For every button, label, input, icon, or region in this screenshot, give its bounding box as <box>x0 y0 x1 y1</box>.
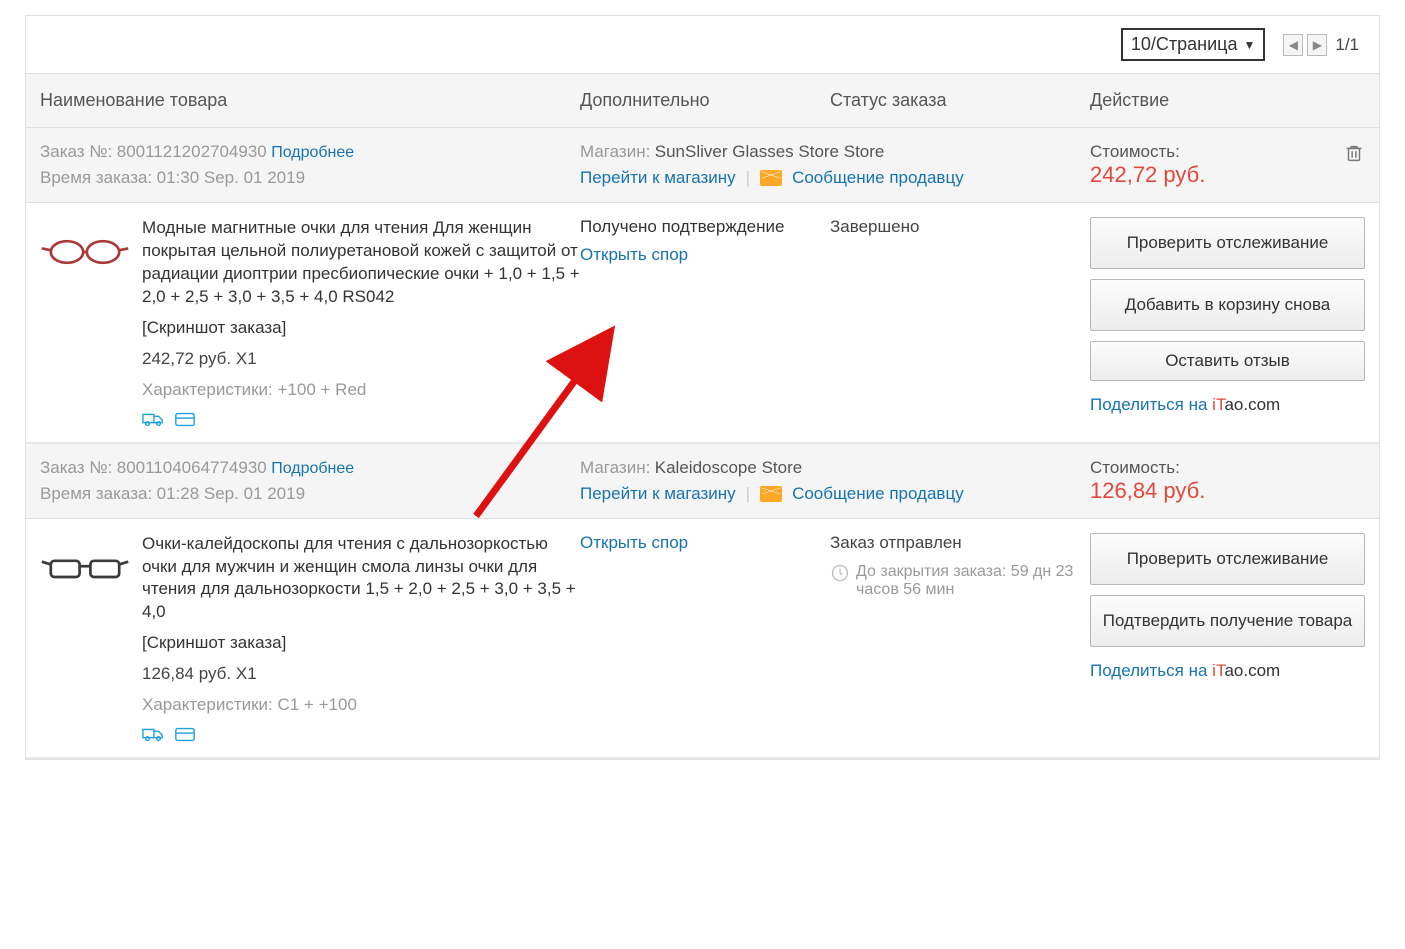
countdown-text: До закрытия заказа: 59 дн 23 часов 56 ми… <box>856 563 1090 599</box>
table-header: Наименование товара Дополнительно Статус… <box>26 73 1379 128</box>
truck-icon <box>142 410 164 428</box>
order-more-link[interactable]: Подробнее <box>271 460 354 477</box>
caret-down-icon: ▼ <box>1243 38 1255 52</box>
product-title[interactable]: Очки-калейдоскопы для чтения с дальнозор… <box>142 533 580 625</box>
truck-icon <box>142 725 164 743</box>
per-page-label: 10/Страница <box>1131 34 1238 55</box>
message-seller-link[interactable]: Сообщение продавцу <box>792 168 964 188</box>
screenshot-link[interactable]: [Скриншот заказа] <box>142 317 580 340</box>
card-icon <box>174 410 196 428</box>
order-time-label: Время заказа: <box>40 484 152 503</box>
go-to-store-link[interactable]: Перейти к магазину <box>580 484 736 504</box>
shipping-icons <box>142 725 580 743</box>
pager-prev-button[interactable]: ◀ <box>1283 34 1303 56</box>
store-name: SunSliver Glasses Store Store <box>655 142 885 161</box>
separator: | <box>746 168 750 188</box>
order-block: Заказ №: 8001104064774930 Подробнее Врем… <box>26 444 1379 760</box>
props-label: Характеристики: <box>142 695 273 714</box>
price-qty: 242,72 руб. X1 <box>142 348 580 371</box>
clock-icon <box>830 563 850 588</box>
pager-info: 1/1 <box>1335 35 1359 55</box>
go-to-store-link[interactable]: Перейти к магазину <box>580 168 736 188</box>
message-seller-link[interactable]: Сообщение продавцу <box>792 484 964 504</box>
trash-icon[interactable] <box>1343 142 1365 169</box>
confirm-receipt-button[interactable]: Подтвердить получение товара <box>1090 595 1365 647</box>
col-extra: Дополнительно <box>580 90 830 111</box>
store-name: Kaleidoscope Store <box>655 458 802 477</box>
order-more-link[interactable]: Подробнее <box>271 144 354 161</box>
track-button[interactable]: Проверить отслеживание <box>1090 217 1365 269</box>
screenshot-link[interactable]: [Скриншот заказа] <box>142 632 580 655</box>
mail-icon <box>760 486 782 502</box>
review-button[interactable]: Оставить отзыв <box>1090 341 1365 381</box>
store-label: Магазин: <box>580 458 650 477</box>
product-thumbnail[interactable] <box>40 533 130 603</box>
pager-next-button[interactable]: ▶ <box>1307 34 1327 56</box>
cost-label: Стоимость: <box>1090 458 1205 478</box>
col-status: Статус заказа <box>830 90 1090 111</box>
share-itao-link[interactable]: Поделиться на iTao.com <box>1090 395 1365 415</box>
col-product: Наименование товара <box>40 90 580 111</box>
props-label: Характеристики: <box>142 380 273 399</box>
confirmation-text: Получено подтверждение <box>580 217 830 237</box>
separator: | <box>746 484 750 504</box>
store-label: Магазин: <box>580 142 650 161</box>
shipping-icons <box>142 410 580 428</box>
mail-icon <box>760 170 782 186</box>
price-qty: 126,84 руб. X1 <box>142 663 580 686</box>
order-no-value: 8001104064774930 <box>117 458 267 477</box>
cost-value: 242,72 руб. <box>1090 162 1205 188</box>
order-time-value: 01:30 Sep. 01 2019 <box>157 168 305 187</box>
props-value: C1 + +100 <box>278 695 357 714</box>
pager: ◀ ▶ 1/1 <box>1283 34 1359 56</box>
col-action: Действие <box>1090 90 1365 111</box>
add-to-cart-button[interactable]: Добавить в корзину снова <box>1090 279 1365 331</box>
share-itao-link[interactable]: Поделиться на iTao.com <box>1090 661 1365 681</box>
track-button[interactable]: Проверить отслеживание <box>1090 533 1365 585</box>
cost-label: Стоимость: <box>1090 142 1205 162</box>
order-no-label: Заказ №: <box>40 458 112 477</box>
card-icon <box>174 725 196 743</box>
order-no-label: Заказ №: <box>40 142 112 161</box>
props-value: +100 + Red <box>278 380 367 399</box>
cost-value: 126,84 руб. <box>1090 478 1205 504</box>
order-status: Завершено <box>830 217 1090 237</box>
open-dispute-link[interactable]: Открыть спор <box>580 533 830 553</box>
order-time-value: 01:28 Sep. 01 2019 <box>157 484 305 503</box>
order-block: Заказ №: 8001121202704930 Подробнее Врем… <box>26 128 1379 444</box>
product-title[interactable]: Модные магнитные очки для чтения Для жен… <box>142 217 580 309</box>
order-status: Заказ отправлен <box>830 533 1090 553</box>
order-no-value: 8001121202704930 <box>117 142 267 161</box>
product-thumbnail[interactable] <box>40 217 130 287</box>
per-page-select[interactable]: 10/Страница ▼ <box>1121 28 1266 61</box>
open-dispute-link[interactable]: Открыть спор <box>580 245 830 265</box>
order-time-label: Время заказа: <box>40 168 152 187</box>
